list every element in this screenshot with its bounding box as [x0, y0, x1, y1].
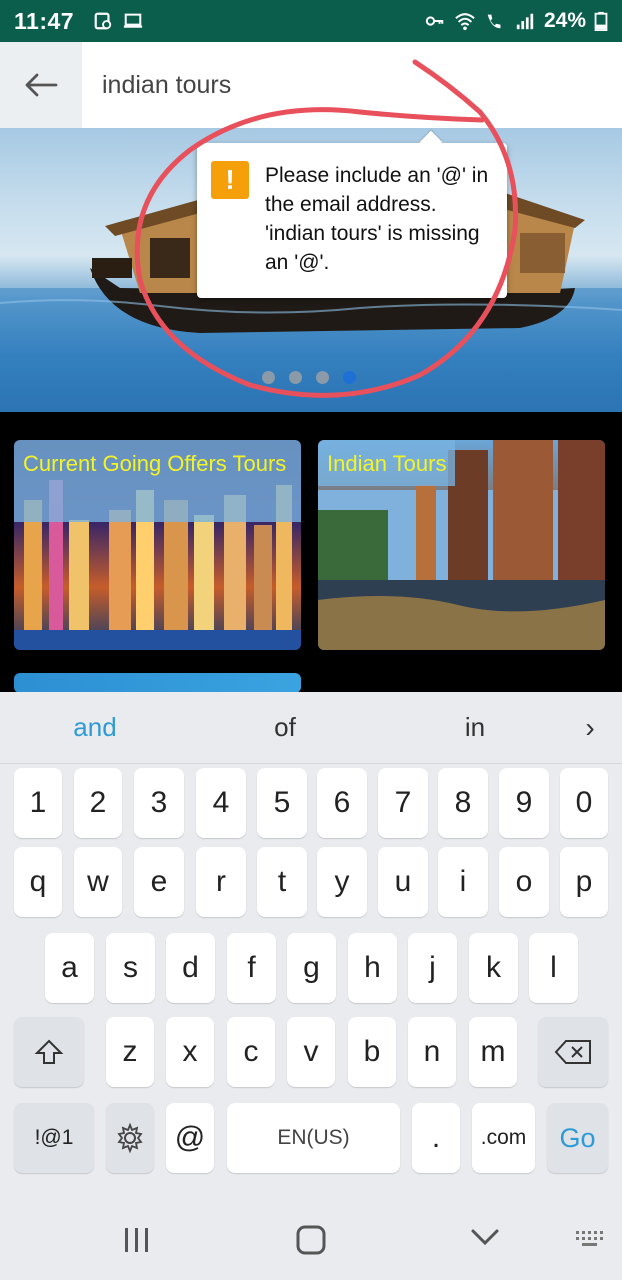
key[interactable]: w	[74, 847, 122, 917]
key[interactable]: 2	[74, 768, 122, 838]
space-key[interactable]: EN(US)	[227, 1103, 400, 1173]
clipboard-icon	[94, 12, 112, 30]
hide-keyboard-icon[interactable]	[470, 1228, 500, 1248]
key[interactable]: j	[408, 933, 457, 1003]
carousel-dot[interactable]	[289, 371, 302, 384]
dotcom-key[interactable]: .com	[472, 1103, 535, 1173]
key[interactable]: z	[106, 1017, 154, 1087]
key[interactable]: u	[378, 847, 428, 917]
recent-apps-icon[interactable]	[122, 1226, 152, 1254]
key[interactable]: 6	[317, 768, 367, 838]
key[interactable]: n	[408, 1017, 456, 1087]
suggestion-item[interactable]: in	[380, 712, 570, 743]
key[interactable]: c	[227, 1017, 275, 1087]
wifi-call-icon	[487, 14, 501, 29]
key[interactable]: 4	[196, 768, 246, 838]
key[interactable]: p	[560, 847, 608, 917]
suggestion-bar: and of in ›	[0, 692, 622, 764]
key[interactable]: h	[348, 933, 397, 1003]
key[interactable]: r	[196, 847, 246, 917]
signal-icon	[516, 13, 534, 30]
card-label: Current Going Offers Tours	[14, 440, 301, 522]
carousel-dot[interactable]	[262, 371, 275, 384]
carousel-dot-active[interactable]	[343, 371, 356, 384]
gear-icon	[117, 1122, 143, 1154]
go-key[interactable]: Go	[547, 1103, 608, 1173]
key[interactable]: 1	[14, 768, 62, 838]
system-nav-bar	[0, 1190, 622, 1280]
symbols-key[interactable]: !@1	[14, 1103, 94, 1173]
period-key[interactable]: .	[412, 1103, 460, 1173]
key[interactable]: f	[227, 933, 276, 1003]
backspace-key[interactable]	[538, 1017, 608, 1087]
status-bar: 11:47 24%	[0, 0, 622, 42]
key[interactable]: b	[348, 1017, 396, 1087]
backspace-icon	[554, 1040, 591, 1064]
at-key[interactable]: @	[166, 1103, 214, 1173]
key[interactable]: e	[134, 847, 184, 917]
arrow-left-icon	[25, 73, 58, 97]
key[interactable]: 7	[378, 768, 428, 838]
key[interactable]: y	[317, 847, 367, 917]
key[interactable]: a	[45, 933, 94, 1003]
keyboard-icon[interactable]	[575, 1230, 603, 1248]
validation-message: Please include an '@' in the email addre…	[265, 164, 489, 274]
key[interactable]: 3	[134, 768, 184, 838]
key[interactable]: q	[14, 847, 62, 917]
warning-icon: !	[211, 161, 249, 199]
search-bar	[0, 42, 622, 128]
back-button[interactable]	[0, 42, 82, 128]
key[interactable]: 0	[560, 768, 608, 838]
suggestion-item[interactable]: and	[0, 712, 190, 743]
offers-tours-card[interactable]: Current Going Offers Tours	[14, 440, 301, 650]
key[interactable]: g	[287, 933, 336, 1003]
key[interactable]: v	[287, 1017, 335, 1087]
key[interactable]: 8	[438, 768, 488, 838]
search-input[interactable]	[82, 42, 622, 128]
home-icon[interactable]	[295, 1224, 327, 1256]
battery-icon	[594, 11, 608, 31]
carousel-dot[interactable]	[316, 371, 329, 384]
key[interactable]: l	[529, 933, 578, 1003]
battery-percent: 24%	[543, 9, 586, 32]
key[interactable]: t	[257, 847, 307, 917]
key[interactable]: 9	[499, 768, 549, 838]
shift-key[interactable]	[14, 1017, 84, 1087]
validation-tooltip: ! Please include an '@' in the email add…	[197, 130, 507, 298]
key[interactable]: x	[166, 1017, 214, 1087]
settings-key[interactable]	[106, 1103, 154, 1173]
carousel-dots	[262, 371, 356, 384]
suggestion-item[interactable]: of	[190, 712, 380, 743]
key[interactable]: k	[469, 933, 518, 1003]
chevron-right-icon[interactable]: ›	[570, 712, 610, 744]
key[interactable]: o	[499, 847, 549, 917]
wifi-icon	[455, 13, 475, 31]
key[interactable]: s	[106, 933, 155, 1003]
laptop-icon	[123, 13, 143, 28]
key[interactable]: i	[438, 847, 488, 917]
clock: 11:47	[14, 7, 75, 34]
key[interactable]: m	[469, 1017, 517, 1087]
key[interactable]: 5	[257, 768, 307, 838]
card-label: Indian Tours	[318, 440, 456, 486]
tour-card-partial[interactable]	[14, 673, 301, 693]
indian-tours-card[interactable]: Indian Tours	[318, 440, 605, 650]
key[interactable]: d	[166, 933, 215, 1003]
shift-icon	[34, 1039, 64, 1064]
key-icon	[425, 16, 444, 26]
